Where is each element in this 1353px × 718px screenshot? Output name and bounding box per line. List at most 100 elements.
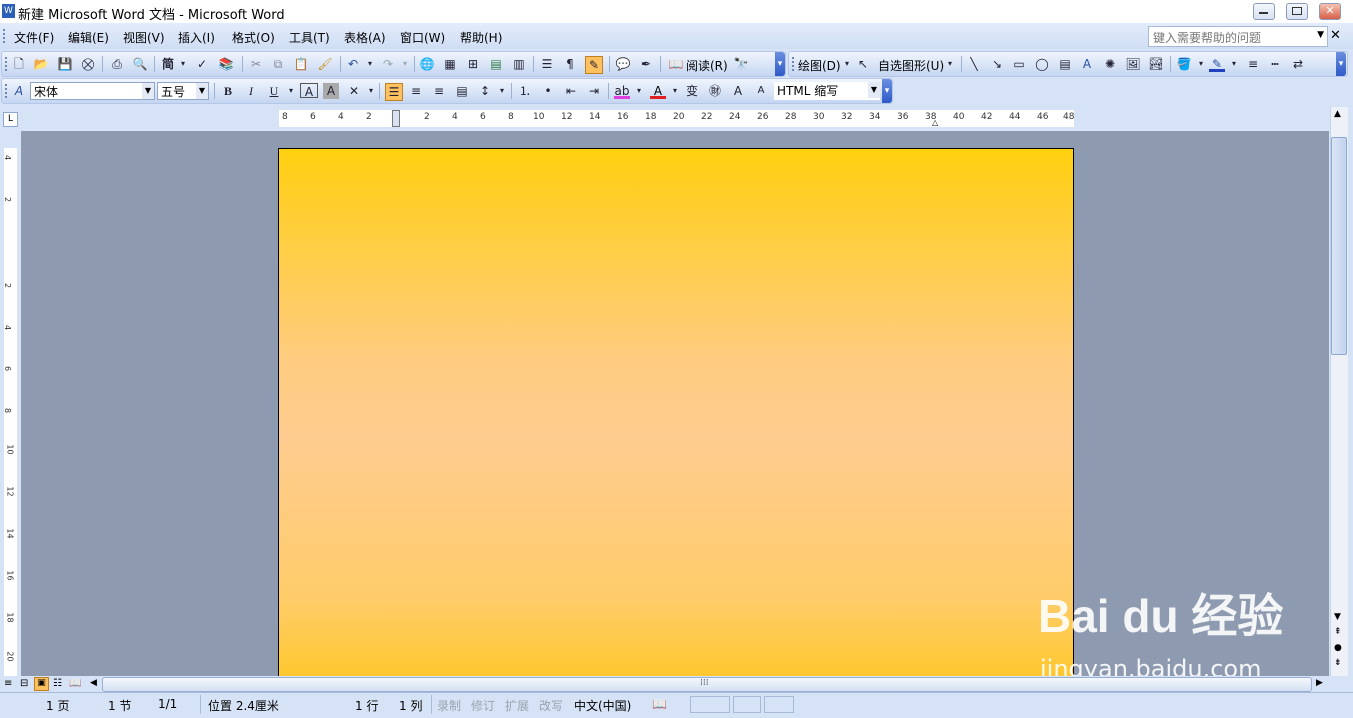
draw-menu-button[interactable]: 绘图(D) (798, 57, 841, 74)
chevron-down-icon[interactable]: ▼ (868, 82, 880, 98)
align-left-icon[interactable]: ☰ (385, 83, 403, 101)
menu-table[interactable]: 表格(A) (344, 29, 386, 46)
chevron-down-icon[interactable]: ▾ (942, 56, 958, 72)
menu-window[interactable]: 窗口(W) (400, 29, 445, 46)
document-page[interactable] (278, 148, 1074, 676)
hyperlink-icon[interactable]: 🌐 (419, 56, 435, 72)
chevron-down-icon[interactable]: ▾ (631, 83, 647, 99)
chevron-down-icon[interactable]: ▾ (839, 56, 855, 72)
diagram-icon[interactable]: ✺ (1102, 56, 1118, 72)
minimize-button[interactable] (1253, 3, 1275, 20)
bullets-icon[interactable]: • (540, 83, 556, 99)
drawing-toggle-icon[interactable]: ✎ (585, 56, 603, 74)
close-window-button[interactable]: ✕ (1319, 3, 1341, 20)
chevron-down-icon[interactable]: ▼ (196, 83, 208, 99)
fill-color-icon[interactable]: 🪣 (1176, 56, 1192, 72)
scroll-up-icon[interactable]: ▲ (1334, 109, 1341, 119)
word-app-icon[interactable]: W (2, 4, 15, 18)
scroll-left-icon[interactable]: ◀ (90, 678, 97, 688)
horizontal-scroll-thumb[interactable]: ⁞⁞⁞ (102, 677, 1312, 692)
picture-icon[interactable]: 🏞 (1148, 56, 1164, 72)
chevron-down-icon[interactable]: ▾ (363, 83, 379, 99)
italic-icon[interactable]: I (243, 83, 259, 99)
read-button[interactable]: 阅读(R) (686, 57, 728, 74)
menu-format[interactable]: 格式(O) (232, 29, 275, 46)
styles-formatting-icon[interactable]: A (11, 83, 27, 99)
scroll-right-icon[interactable]: ▶ (1316, 678, 1323, 688)
font-size-select[interactable]: 五号 ▼ (157, 82, 209, 100)
paste-icon[interactable]: 📋 (293, 56, 309, 72)
menu-file[interactable]: 文件(F) (14, 29, 54, 46)
increase-indent-icon[interactable]: ⇥ (586, 83, 602, 99)
tab-selector[interactable]: L (3, 112, 18, 127)
insert-table-icon[interactable]: ⊞ (465, 56, 481, 72)
line-icon[interactable]: ╲ (966, 56, 982, 72)
decrease-indent-icon[interactable]: ⇤ (563, 83, 579, 99)
line-spacing-icon[interactable]: ↕ (477, 83, 493, 99)
web-layout-icon[interactable]: ⊟ (20, 678, 28, 689)
permission-icon[interactable]: ⛒ (80, 56, 96, 72)
arrow-icon[interactable]: ↘ (989, 56, 1005, 72)
highlight-icon[interactable]: ab (614, 83, 630, 99)
chevron-down-icon[interactable]: ▾ (1226, 56, 1242, 72)
simplified-chinese-icon[interactable]: 简 (160, 56, 176, 72)
underline-icon[interactable]: U (266, 83, 282, 99)
chevron-down-icon[interactable]: ▼ (142, 83, 154, 99)
normal-view-icon[interactable]: ≡ (4, 678, 12, 689)
research-icon[interactable]: 📚 (218, 56, 234, 72)
scroll-down-icon[interactable]: ▼ (1334, 612, 1341, 622)
arrow-style-icon[interactable]: ⇄ (1290, 56, 1306, 72)
tables-borders-icon[interactable]: ▦ (442, 56, 458, 72)
character-border-icon[interactable]: A (300, 83, 318, 99)
menu-view[interactable]: 视图(V) (123, 29, 165, 46)
restore-button[interactable] (1286, 3, 1308, 20)
text-box-icon[interactable]: ▤ (1057, 56, 1073, 72)
menu-help[interactable]: 帮助(H) (460, 29, 502, 46)
copy-icon[interactable]: ⧉ (270, 56, 286, 72)
ink-comment-icon[interactable]: 💬 (615, 56, 631, 72)
toolbar-options-icon[interactable]: ▾ (1336, 52, 1346, 76)
dash-style-icon[interactable]: ┅ (1267, 56, 1283, 72)
status-rec[interactable]: 录制 (437, 697, 461, 714)
align-center-icon[interactable]: ≡ (408, 83, 424, 99)
document-map-icon[interactable]: ☰ (539, 56, 555, 72)
print-icon[interactable]: ⎙ (109, 56, 125, 72)
chevron-down-icon[interactable]: ▾ (175, 56, 191, 72)
save-icon[interactable]: 💾 (57, 56, 73, 72)
indent-marker[interactable] (392, 110, 400, 127)
autoshapes-button[interactable]: 自选图形(U) (878, 57, 944, 74)
vertical-ruler[interactable]: 4 2 2 4 6 8 10 12 14 16 18 20 (3, 148, 17, 676)
help-search-input[interactable]: 键入需要帮助的问题 ▼ (1148, 26, 1328, 47)
chevron-down-icon[interactable]: ▾ (362, 56, 378, 72)
font-name-select[interactable]: 宋体 ▼ (30, 82, 155, 100)
print-preview-icon[interactable]: 🔍 (132, 56, 148, 72)
spelling-icon[interactable]: ✓ (194, 56, 210, 72)
redo-icon[interactable]: ↷ (380, 56, 396, 72)
insert-excel-icon[interactable]: ▤ (488, 56, 504, 72)
menu-grip[interactable] (3, 29, 7, 43)
toolbar-options-icon[interactable]: ▾ (775, 52, 785, 76)
line-style-icon[interactable]: ≡ (1245, 56, 1261, 72)
align-right-icon[interactable]: ≡ (431, 83, 447, 99)
character-scaling-icon[interactable]: ✕ (346, 83, 362, 99)
new-document-icon[interactable]: 🗋 (11, 56, 27, 72)
find-icon[interactable]: 🔭 (733, 56, 749, 72)
oval-icon[interactable]: ◯ (1034, 56, 1050, 72)
right-indent-marker[interactable]: △ (932, 118, 938, 127)
status-ext[interactable]: 扩展 (505, 697, 529, 714)
style-select[interactable]: HTML 缩写 ▼ (774, 82, 880, 100)
ink-annotation-icon[interactable]: ✒ (638, 56, 654, 72)
phonetic-guide-icon[interactable]: 变 (684, 83, 700, 99)
toolbar-grip[interactable] (792, 57, 796, 71)
font-color-icon[interactable]: A (650, 83, 666, 99)
horizontal-ruler[interactable]: 8 6 4 2 2 4 6 8 10 12 14 16 18 20 22 24 … (279, 110, 1074, 127)
format-painter-icon[interactable]: 🖌 (317, 56, 333, 72)
close-document-button[interactable]: ✕ (1330, 28, 1341, 43)
next-page-icon[interactable]: ⇟ (1334, 658, 1342, 668)
outline-view-icon[interactable]: ☷ (53, 678, 62, 689)
select-objects-icon[interactable]: ↖ (855, 56, 871, 72)
bold-icon[interactable]: B (220, 83, 236, 99)
cut-icon[interactable]: ✂ (248, 56, 264, 72)
chevron-down-icon[interactable]: ▾ (283, 83, 299, 99)
menu-insert[interactable]: 插入(I) (178, 29, 215, 46)
